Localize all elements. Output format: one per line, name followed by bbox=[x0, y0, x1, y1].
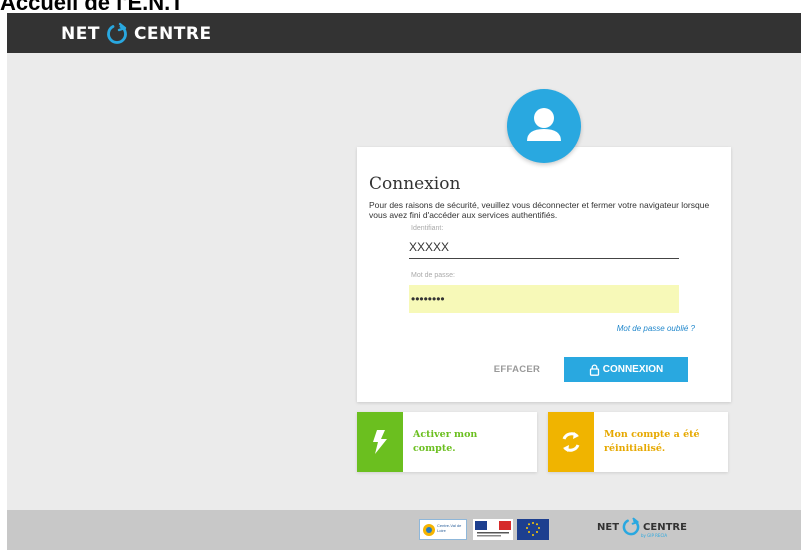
lock-icon bbox=[589, 363, 599, 376]
french-republic-logo bbox=[473, 519, 513, 540]
password-label: Mot de passe: bbox=[411, 272, 455, 279]
connect-button[interactable]: CONNEXION bbox=[564, 357, 688, 382]
footer-ring-icon bbox=[621, 517, 641, 537]
account-reset-tile[interactable]: Mon compte a été réinitialisé. bbox=[548, 412, 728, 472]
reset-tile-icon-panel bbox=[548, 412, 594, 472]
net-centre-ring-icon bbox=[105, 22, 129, 46]
lightning-icon bbox=[373, 430, 387, 454]
net-centre-logo[interactable]: NET CENTRE bbox=[61, 22, 212, 46]
security-notice: Pour des raisons de sécurité, veuillez v… bbox=[369, 200, 710, 220]
footer-brand-centre: CENTRE bbox=[643, 521, 687, 533]
clear-button[interactable]: EFFACER bbox=[477, 357, 557, 381]
identifier-label: Identifiant: bbox=[411, 225, 444, 232]
connect-button-label: CONNEXION bbox=[602, 364, 664, 375]
footer-net-centre-logo[interactable]: NET CENTRE by GIP RECIA bbox=[597, 517, 687, 538]
user-avatar bbox=[507, 89, 581, 163]
login-card: Connexion Pour des raisons de sécurité, … bbox=[357, 147, 731, 402]
brand-net-text: NET bbox=[61, 24, 100, 44]
identifier-input[interactable] bbox=[409, 235, 679, 259]
top-bar: NET CENTRE bbox=[7, 13, 801, 53]
password-input[interactable] bbox=[409, 285, 679, 313]
region-logo-text: Centre-Val de Loire bbox=[437, 523, 462, 533]
region-centre-logo: Centre-Val de Loire bbox=[419, 519, 467, 540]
forgot-password-link[interactable]: Mot de passe oublié ? bbox=[617, 324, 695, 333]
brand-centre-text: CENTRE bbox=[133, 24, 212, 44]
footer: Centre-Val de Loire NET CENTRE by GIP RE… bbox=[7, 510, 801, 550]
user-icon bbox=[527, 108, 561, 141]
refresh-icon bbox=[562, 432, 580, 452]
footer-brand-sub: by GIP RECIA bbox=[641, 533, 668, 538]
login-title: Connexion bbox=[369, 174, 461, 194]
account-reset-label: Mon compte a été réinitialisé. bbox=[604, 429, 700, 454]
activate-tile-icon-panel bbox=[357, 412, 403, 472]
eu-flag-icon bbox=[517, 519, 549, 540]
ent-page: NET CENTRE Connexion Pour des raisons de… bbox=[7, 13, 801, 550]
activate-account-label: Activer mon compte. bbox=[413, 429, 478, 454]
activate-account-tile[interactable]: Activer mon compte. bbox=[357, 412, 537, 472]
footer-brand-net: NET bbox=[597, 521, 620, 533]
